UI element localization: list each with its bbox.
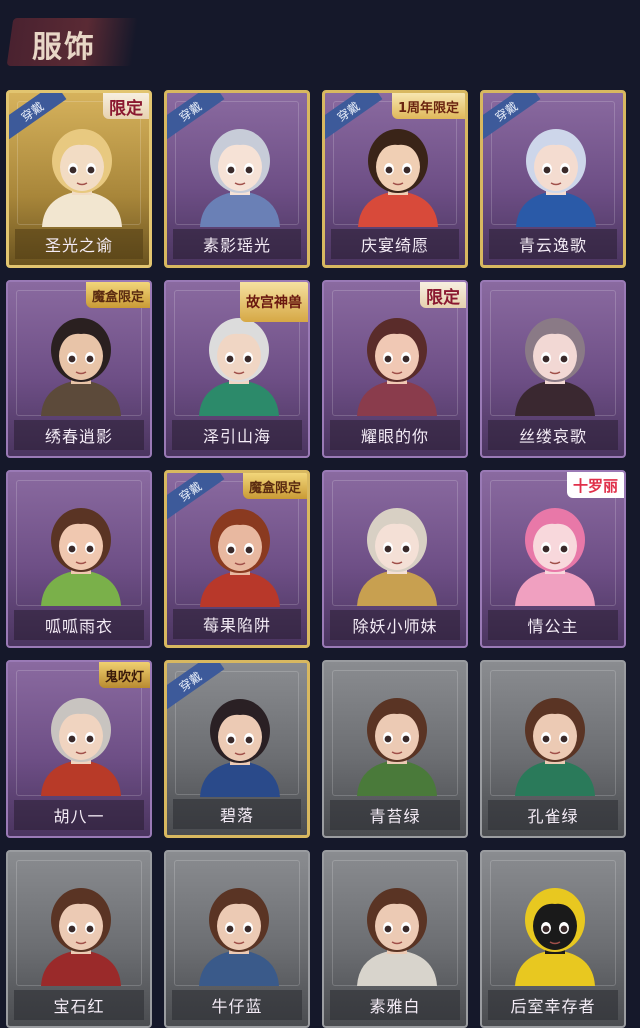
costume-name: 宝石红 (53, 997, 105, 1016)
costume-name: 情公主 (527, 617, 579, 636)
character-portrait (31, 876, 131, 986)
page-title: 服饰 (32, 30, 96, 65)
costume-name: 莓果陷阱 (202, 616, 271, 635)
costume-name: 素雅白 (369, 997, 421, 1016)
card-name-bar: 宝石红 (14, 990, 144, 1020)
header: 服饰 (0, 0, 640, 80)
costume-card[interactable]: 后室幸存者 (480, 850, 626, 1028)
costume-name: 耀眼的你 (360, 427, 429, 446)
card-name-bar: 绣春逍影 (14, 420, 144, 450)
rarity-tag: 十罗丽 (566, 472, 624, 498)
costume-card[interactable]: 宝石红 (6, 850, 152, 1028)
card-name-bar: 牛仔蓝 (172, 990, 302, 1020)
card-name-bar: 孔雀绿 (488, 800, 618, 830)
card-name-bar: 青云逸歌 (489, 229, 617, 259)
costume-card[interactable]: 穿戴 魔盒限定 莓果陷阱 (164, 470, 310, 648)
costume-card[interactable]: 孔雀绿 (480, 660, 626, 838)
character-portrait (347, 306, 447, 416)
costume-card[interactable]: 穿戴 限定 圣光之谕 (6, 90, 152, 268)
costume-name: 除妖小师妹 (352, 617, 438, 636)
costume-name: 青云逸歌 (518, 236, 587, 255)
costume-card[interactable]: 除妖小师妹 (322, 470, 468, 648)
costume-card[interactable]: 穿戴 青云逸歌 (480, 90, 626, 268)
costume-card[interactable]: 青苔绿 (322, 660, 468, 838)
costume-card[interactable]: 素雅白 (322, 850, 468, 1028)
character-portrait (505, 496, 605, 606)
rarity-tag: 限定 (420, 282, 466, 308)
card-name-bar: 素雅白 (330, 990, 460, 1020)
rarity-tag: 限定 (103, 93, 149, 119)
costume-name: 圣光之谕 (44, 236, 113, 255)
character-portrait (347, 686, 447, 796)
costume-name: 泽引山海 (202, 427, 271, 446)
costume-name: 素影瑶光 (202, 236, 271, 255)
costume-card[interactable]: 穿戴 碧落 (164, 660, 310, 838)
card-name-bar: 耀眼的你 (330, 420, 460, 450)
card-name-bar: 情公主 (488, 610, 618, 640)
character-portrait (506, 117, 606, 227)
costume-name: 呱呱雨衣 (44, 617, 113, 636)
costume-name: 牛仔蓝 (211, 997, 263, 1016)
card-name-bar: 圣光之谕 (15, 229, 143, 259)
costume-name: 孔雀绿 (527, 807, 579, 826)
card-name-bar: 胡八一 (14, 800, 144, 830)
character-portrait (505, 686, 605, 796)
costume-card[interactable]: 呱呱雨衣 (6, 470, 152, 648)
card-name-bar: 青苔绿 (330, 800, 460, 830)
rarity-tag: 魔盒限定 (242, 473, 307, 499)
costume-card[interactable]: 魔盒限定绣春逍影 (6, 280, 152, 458)
character-portrait (505, 876, 605, 986)
rarity-tag: 鬼吹灯 (98, 662, 150, 688)
costume-card[interactable]: 牛仔蓝 (164, 850, 310, 1028)
costume-card[interactable]: 丝缕哀歌 (480, 280, 626, 458)
card-name-bar: 碧落 (173, 799, 301, 829)
costume-grid: 穿戴 限定 圣光之谕 穿戴 素影瑶光 穿戴 1周年限定 庆宴绮愿 穿戴 青云逸歌 魔盒限定 绣春逍影故… (6, 90, 634, 1028)
costume-card[interactable]: 十罗丽情公主 (480, 470, 626, 648)
character-portrait (189, 876, 289, 986)
costume-card[interactable]: 穿戴 素影瑶光 (164, 90, 310, 268)
costume-card[interactable]: 故宫神兽泽引山海 (164, 280, 310, 458)
costume-name: 丝缕哀歌 (518, 427, 587, 446)
character-portrait (190, 687, 290, 797)
character-portrait (189, 306, 289, 416)
character-portrait (31, 686, 131, 796)
costume-name: 青苔绿 (369, 807, 421, 826)
card-name-bar: 呱呱雨衣 (14, 610, 144, 640)
card-name-bar: 后室幸存者 (488, 990, 618, 1020)
costume-name: 绣春逍影 (44, 427, 113, 446)
card-name-bar: 庆宴绮愿 (331, 229, 459, 259)
costume-card[interactable]: 限定耀眼的你 (322, 280, 468, 458)
costume-card[interactable]: 鬼吹灯胡八一 (6, 660, 152, 838)
rarity-tag: 故宫神兽 (240, 282, 308, 322)
character-portrait (347, 876, 447, 986)
character-portrait (190, 497, 290, 607)
character-portrait (32, 117, 132, 227)
card-name-bar: 除妖小师妹 (330, 610, 460, 640)
character-portrait (31, 306, 131, 416)
costume-name: 庆宴绮愿 (360, 236, 429, 255)
card-name-bar: 泽引山海 (172, 420, 302, 450)
character-portrait (31, 496, 131, 606)
character-portrait (348, 117, 448, 227)
costume-name: 碧落 (219, 806, 254, 825)
character-portrait (505, 306, 605, 416)
card-name-bar: 素影瑶光 (173, 229, 301, 259)
costume-card[interactable]: 穿戴 1周年限定 庆宴绮愿 (322, 90, 468, 268)
costume-name: 胡八一 (53, 807, 105, 826)
costume-name: 后室幸存者 (510, 997, 596, 1016)
card-name-bar: 丝缕哀歌 (488, 420, 618, 450)
rarity-tag: 魔盒限定 (85, 282, 150, 308)
character-portrait (190, 117, 290, 227)
character-portrait (347, 496, 447, 606)
rarity-tag: 1周年限定 (391, 93, 465, 119)
card-name-bar: 莓果陷阱 (173, 609, 301, 639)
